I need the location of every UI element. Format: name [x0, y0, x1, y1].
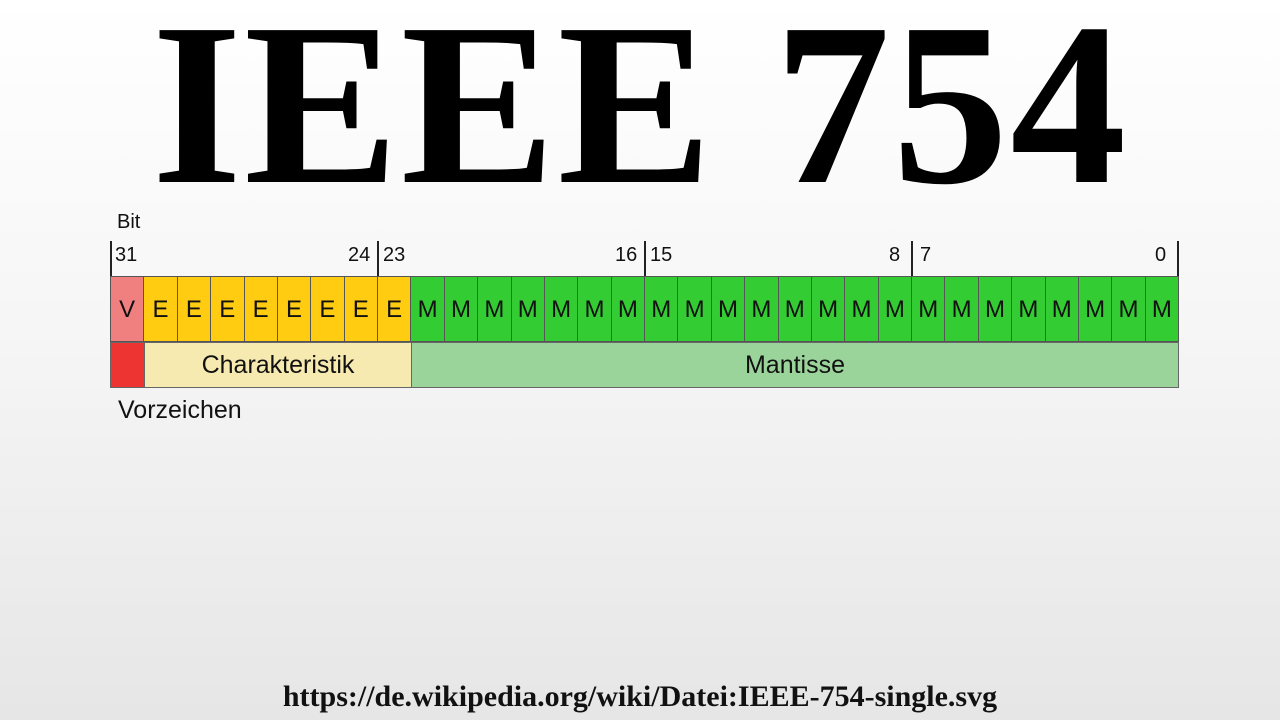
- sign-bit-cell: V: [110, 276, 145, 342]
- bit-header-label: Bit: [117, 211, 141, 233]
- mantissa-bit-cell: M: [610, 276, 645, 342]
- mantissa-bit-cell: M: [710, 276, 746, 342]
- mantissa-bit-cell: M: [677, 276, 712, 342]
- source-url: https://de.wikipedia.org/wiki/Datei:IEEE…: [282, 680, 998, 713]
- exponent-bit-cell: E: [343, 276, 378, 342]
- bit-number-23: 23: [383, 244, 406, 266]
- bit-number-7: 7: [920, 244, 932, 266]
- bit-number-8: 8: [889, 244, 901, 266]
- mantissa-bit-cell: M: [577, 276, 612, 342]
- exponent-bit-cell: E: [243, 276, 278, 342]
- mantissa-bit-cell: M: [1077, 276, 1113, 342]
- bit-number-0: 0: [1155, 244, 1167, 266]
- mantissa-bit-cell: M: [877, 276, 912, 342]
- mantissa-bit-cell: M: [911, 276, 946, 342]
- bit-number-24: 24: [348, 244, 371, 266]
- exponent-bit-cell: E: [276, 276, 312, 342]
- mantissa-bit-cell: M: [1011, 276, 1046, 342]
- mantissa-bit-cell: M: [810, 276, 846, 342]
- ieee754-bit-diagram: Bit 31 24 23 16 15 8 7 0 VEEEEEEEEMMMMMM…: [0, 0, 1280, 720]
- tick-bit-31: [110, 241, 112, 276]
- mantissa-field-band: Mantisse: [411, 342, 1179, 388]
- mantissa-bit-cell: M: [744, 276, 779, 342]
- mantissa-bit-cell: M: [510, 276, 545, 342]
- exponent-field-band: Charakteristik: [144, 342, 412, 388]
- bit-number-31: 31: [115, 244, 138, 266]
- mantissa-bit-cell: M: [644, 276, 679, 342]
- exponent-bit-cell: E: [176, 276, 212, 342]
- mantissa-bit-cell: M: [1144, 276, 1179, 342]
- bit-number-15: 15: [650, 244, 673, 266]
- mantissa-bit-cell: M: [1111, 276, 1146, 342]
- sign-field-band: [110, 342, 145, 388]
- mantissa-bit-cell: M: [944, 276, 979, 342]
- exponent-bit-cell: E: [310, 276, 345, 342]
- exponent-bit-cell: E: [143, 276, 178, 342]
- mantissa-bit-cell: M: [543, 276, 579, 342]
- tick-bit-0: [1177, 241, 1179, 276]
- mantissa-bit-cell: M: [410, 276, 445, 342]
- tick-bit-8-7: [911, 241, 913, 276]
- exponent-bit-cell: E: [210, 276, 245, 342]
- mantissa-bit-cell: M: [1044, 276, 1079, 342]
- mantissa-bit-cell: M: [844, 276, 879, 342]
- sign-field-caption: Vorzeichen: [118, 396, 242, 424]
- mantissa-bit-cell: M: [977, 276, 1013, 342]
- mantissa-bit-cell: M: [777, 276, 812, 342]
- tick-bit-24-23: [377, 241, 379, 276]
- mantissa-bit-cell: M: [477, 276, 512, 342]
- exponent-bit-cell: E: [377, 276, 412, 342]
- tick-bit-16-15: [644, 241, 646, 276]
- bit-number-16: 16: [615, 244, 638, 266]
- mantissa-bit-cell: M: [443, 276, 479, 342]
